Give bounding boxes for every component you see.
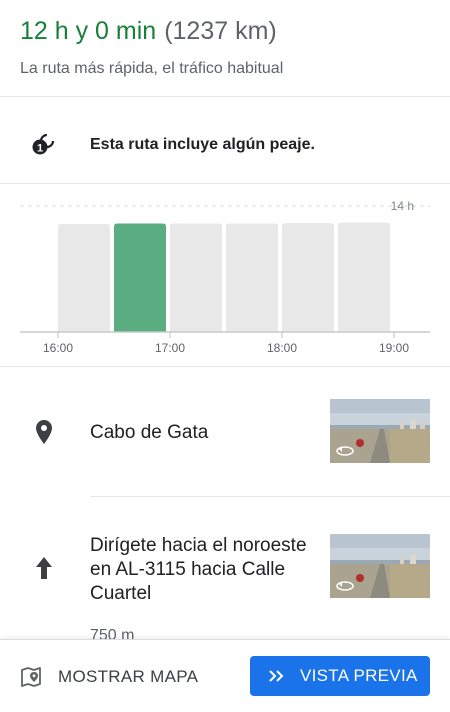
rotate-360-icon <box>336 581 354 591</box>
toll-notice-text: Esta ruta incluye algún peaje. <box>90 136 315 153</box>
traffic-chart-svg: 14 h 16:00 17:00 18:00 19:00 <box>20 199 430 355</box>
route-duration-line: 12 h y 0 min (1237 km) <box>20 17 277 46</box>
bar-17:30[interactable] <box>226 223 278 332</box>
show-map-label: MOSTRAR MAPA <box>58 667 199 686</box>
route-distance: (1237 km) <box>164 17 277 45</box>
bar-selected[interactable] <box>114 223 166 332</box>
step-text: Dirígete hacia el noroeste en AL-3115 ha… <box>90 535 307 604</box>
street-view-thumbnail[interactable] <box>330 399 430 463</box>
preview-button[interactable]: VISTA PREVIA <box>250 656 430 696</box>
reference-label: 14 h <box>391 199 414 213</box>
traffic-chart: 14 h 16:00 17:00 18:00 19:00 <box>0 184 450 367</box>
street-view-thumbnail[interactable] <box>330 534 430 598</box>
show-map-button[interactable]: MOSTRAR MAPA <box>20 663 198 691</box>
direction-step-2[interactable]: Dirígete hacia el noroeste en AL-3115 ha… <box>0 497 450 639</box>
x-tick-label: 17:00 <box>155 341 185 355</box>
double-chevron-right-icon <box>269 670 284 682</box>
bar-17:00[interactable] <box>170 223 222 332</box>
x-tick-label: 16:00 <box>43 341 73 355</box>
bar-18:30[interactable] <box>338 222 390 332</box>
route-duration: 12 h y 0 min <box>20 17 157 45</box>
route-header: 12 h y 0 min (1237 km) La ruta más rápida… <box>0 0 450 97</box>
step-text: Cabo de Gata <box>90 422 209 443</box>
preview-label: VISTA PREVIA <box>300 666 418 685</box>
x-tick-label: 19:00 <box>379 341 409 355</box>
svg-text:1: 1 <box>37 143 43 155</box>
x-tick-label: 18:00 <box>267 341 297 355</box>
arrow-up-icon <box>36 557 52 579</box>
map-pin-icon <box>21 667 41 687</box>
direction-step-start[interactable]: Cabo de Gata <box>0 366 450 496</box>
bar-16:00[interactable] <box>58 224 110 332</box>
rotate-360-icon <box>336 446 354 456</box>
toll-icon: 1 <box>32 133 55 155</box>
route-summary: La ruta más rápida, el tráfico habitual <box>20 60 284 77</box>
bar-18:00[interactable] <box>282 223 334 332</box>
location-pin-icon <box>36 420 52 444</box>
